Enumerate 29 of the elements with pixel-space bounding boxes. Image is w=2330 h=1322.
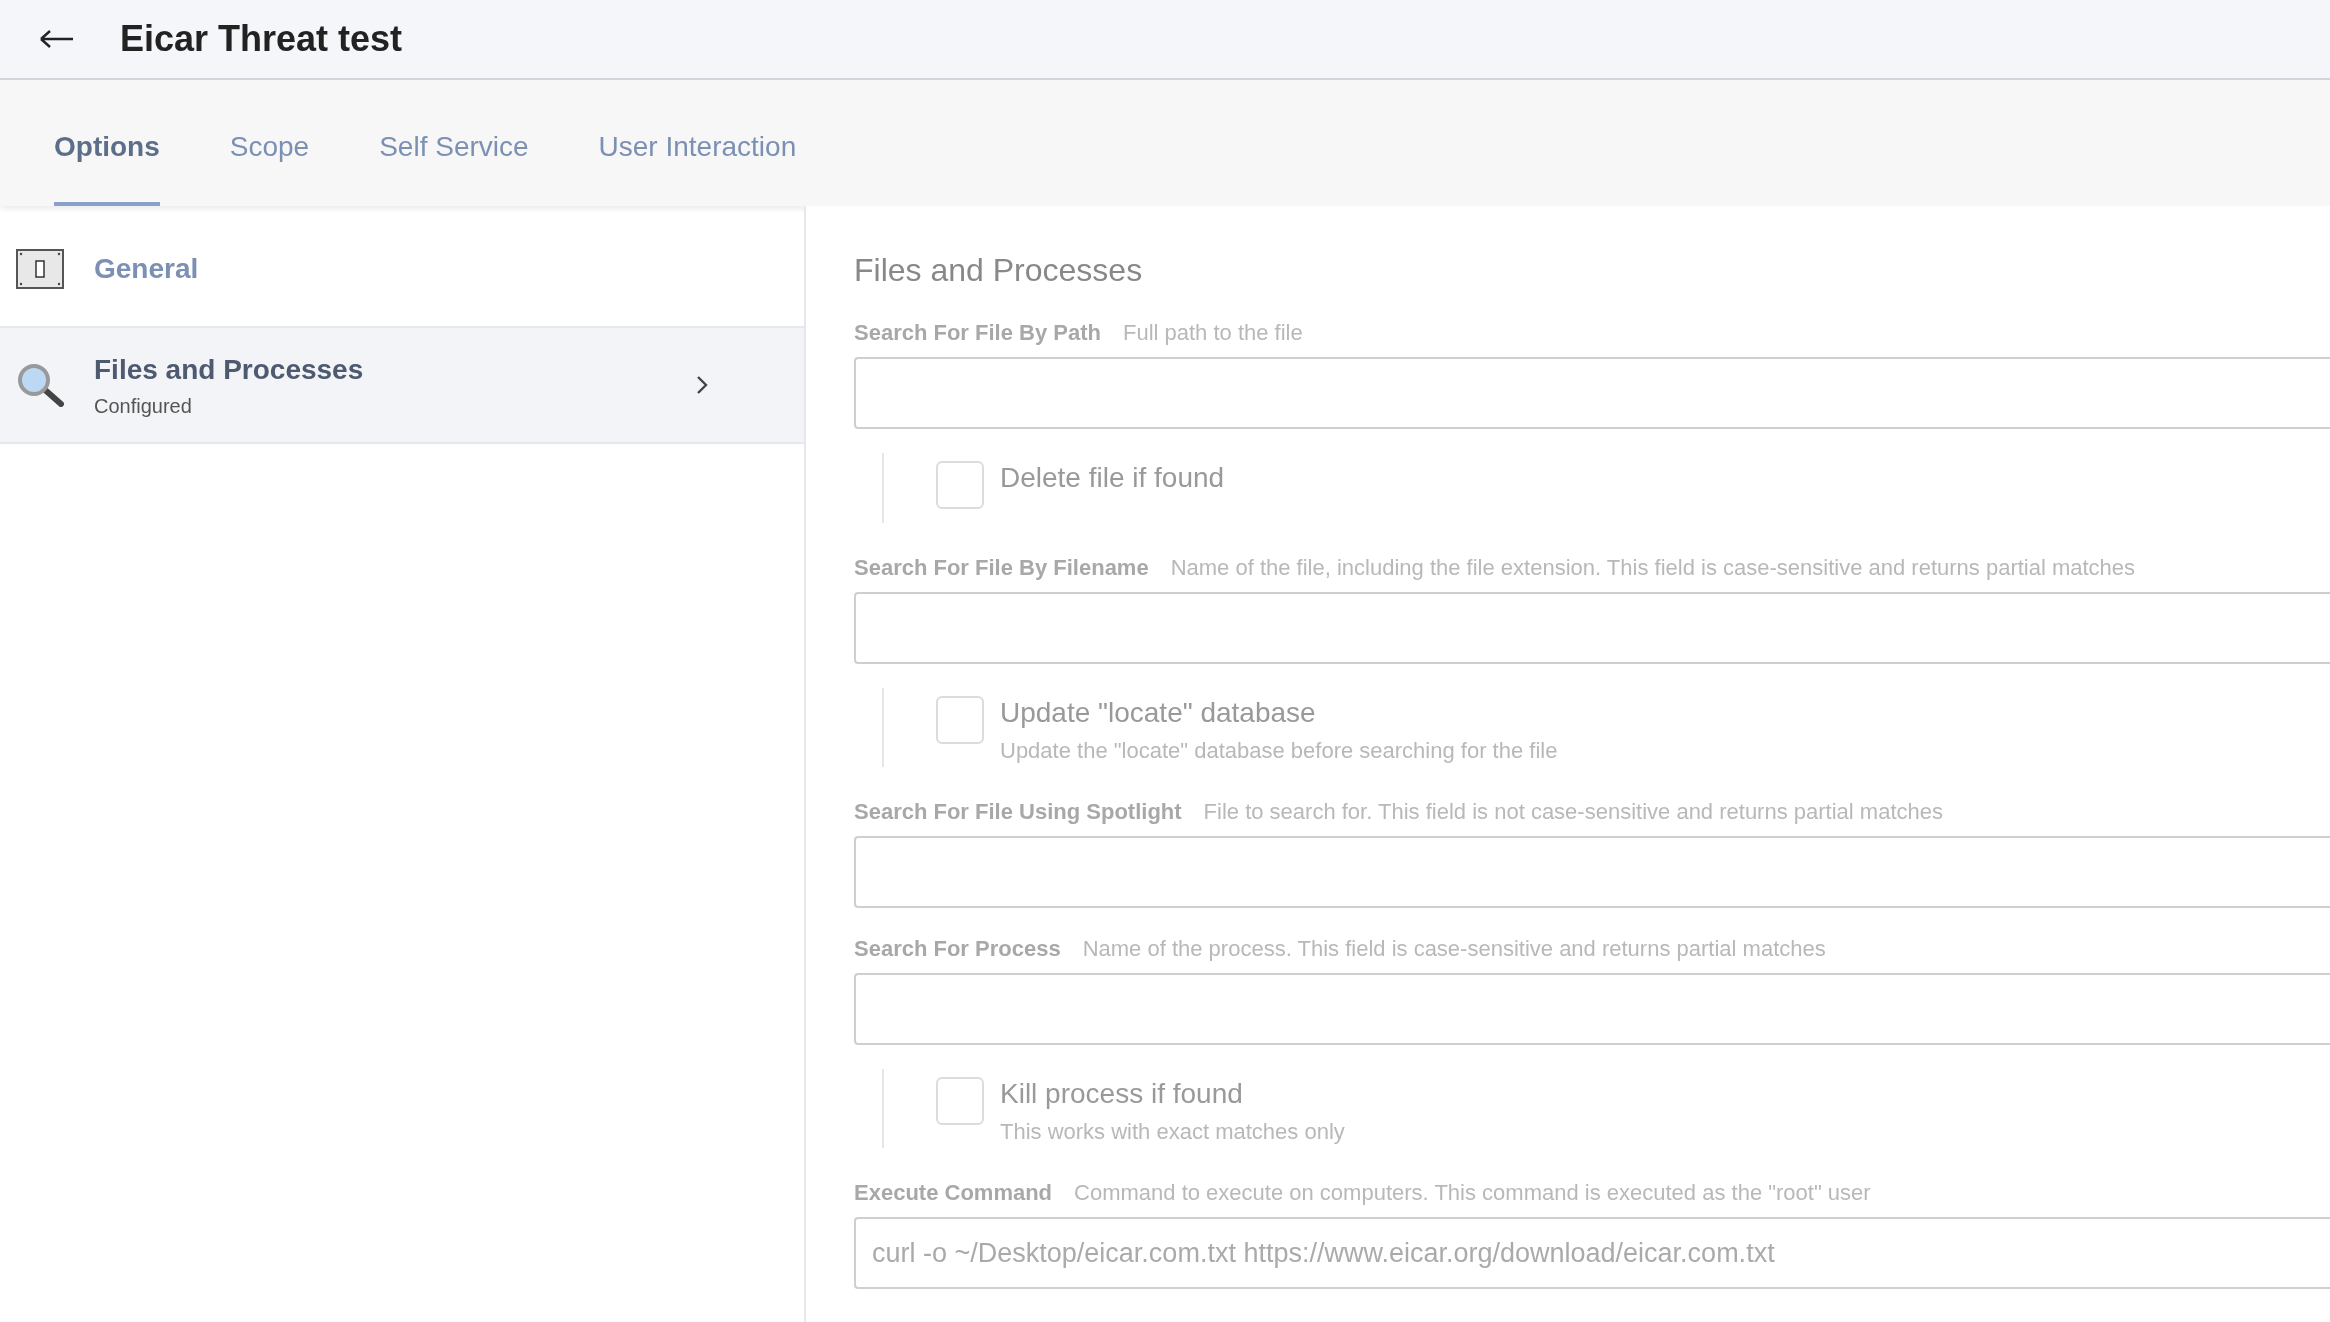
sidebar-item-status: Configured: [94, 394, 193, 419]
checkbox-description: This works with exact matches only: [1000, 1118, 1345, 1146]
chevron-right-icon: [696, 375, 708, 395]
field-label: Search For File Using Spotlight: [854, 798, 1182, 826]
tab[interactable]: Options: [54, 126, 160, 206]
back-arrow-icon: [39, 29, 75, 49]
checkbox-label: Delete file if found: [1000, 461, 1225, 495]
checkbox-description: Update the "locate" database before searching for the file: [1000, 737, 1558, 765]
field-hint: Name of the process. This field is case-sensitive and returns partial matches: [1082, 935, 1826, 963]
field-hint: Command to execute on computers. This command is executed as the "root" user: [1074, 1179, 1871, 1207]
field-label: Search For Process: [854, 935, 1061, 963]
checkbox-label: Kill process if found: [1000, 1077, 1244, 1111]
sidebar-item[interactable]: Files and Processes Configured: [0, 328, 804, 444]
light-switch-icon: [16, 249, 64, 289]
tab[interactable]: User Interaction: [598, 126, 797, 206]
checkbox-label: Update "locate" database: [1000, 696, 1317, 730]
field-hint: Full path to the file: [1122, 319, 1303, 347]
sidebar-item-label: Files and Processes: [94, 353, 365, 387]
field-label: Execute Command: [854, 1179, 1053, 1207]
section-heading: Files and Processes: [854, 251, 1144, 290]
sidebar-item-label: General: [94, 252, 200, 286]
field-label: Search For File By Path: [854, 319, 1101, 347]
field-label: Search For File By Filename: [854, 554, 1149, 582]
tab[interactable]: Scope: [229, 126, 310, 206]
page-title: Eicar Threat test: [120, 17, 403, 61]
field-hint: File to search for. This field is not case-sensitive and returns partial matches: [1203, 798, 1943, 826]
field-hint: Name of the file, including the file extension. This field is case-sensitive and returns partial matches: [1170, 554, 2136, 582]
tab[interactable]: Self Service: [379, 126, 529, 206]
magnifying-glass-icon: [16, 363, 64, 407]
